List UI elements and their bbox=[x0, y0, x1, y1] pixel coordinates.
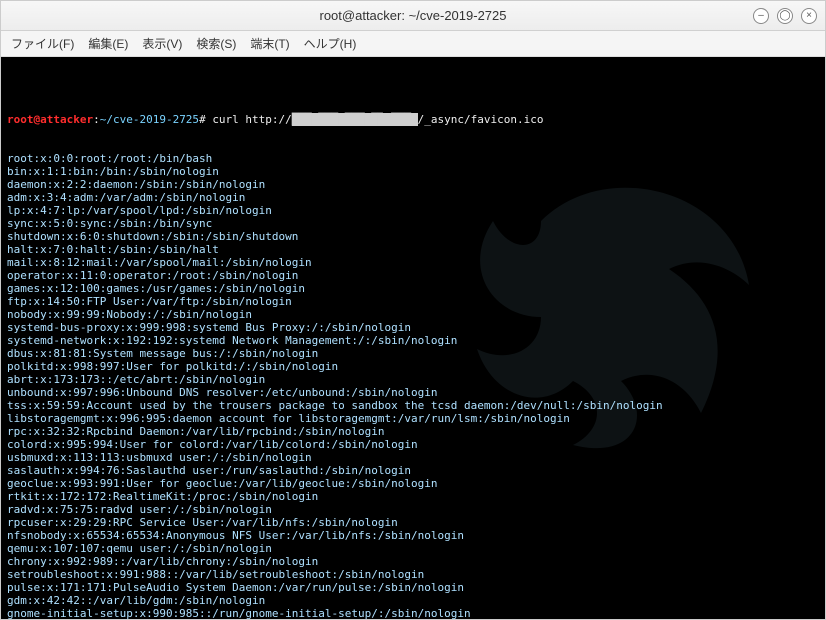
menu-help[interactable]: ヘルプ(H) bbox=[304, 35, 357, 52]
prompt-sep: : bbox=[93, 113, 100, 126]
menu-view[interactable]: 表示(V) bbox=[142, 35, 182, 52]
menu-file[interactable]: ファイル(F) bbox=[11, 35, 74, 52]
output-line: gnome-initial-setup:x:990:985::/run/gnom… bbox=[7, 607, 819, 619]
output-line: rtkit:x:172:172:RealtimeKit:/proc:/sbin/… bbox=[7, 490, 819, 503]
output-line: radvd:x:75:75:radvd user:/:/sbin/nologin bbox=[7, 503, 819, 516]
output-line: nobody:x:99:99:Nobody:/:/sbin/nologin bbox=[7, 308, 819, 321]
maximize-button[interactable]: ◯ bbox=[777, 8, 793, 24]
output-line: sync:x:5:0:sync:/sbin:/bin/sync bbox=[7, 217, 819, 230]
output-line: tss:x:59:59:Account used by the trousers… bbox=[7, 399, 819, 412]
prompt-path: ~/cve-2019-2725 bbox=[100, 113, 199, 126]
menu-terminal[interactable]: 端末(T) bbox=[250, 35, 289, 52]
output-line: abrt:x:173:173::/etc/abrt:/sbin/nologin bbox=[7, 373, 819, 386]
prompt-user: root@attacker bbox=[7, 113, 93, 126]
titlebar: root@attacker: ~/cve-2019-2725 – ◯ × bbox=[1, 1, 825, 31]
output-line: gdm:x:42:42::/var/lib/gdm:/sbin/nologin bbox=[7, 594, 819, 607]
output-line: root:x:0:0:root:/root:/bin/bash bbox=[7, 152, 819, 165]
output-line: adm:x:3:4:adm:/var/adm:/sbin/nologin bbox=[7, 191, 819, 204]
output-line: rpcuser:x:29:29:RPC Service User:/var/li… bbox=[7, 516, 819, 529]
output-line: unbound:x:997:996:Unbound DNS resolver:/… bbox=[7, 386, 819, 399]
titlebar-controls: – ◯ × bbox=[753, 8, 817, 24]
menu-edit[interactable]: 編集(E) bbox=[88, 35, 128, 52]
output-line: libstoragemgmt:x:996:995:daemon account … bbox=[7, 412, 819, 425]
output-line: usbmuxd:x:113:113:usbmuxd user:/:/sbin/n… bbox=[7, 451, 819, 464]
output-line: halt:x:7:0:halt:/sbin:/sbin/halt bbox=[7, 243, 819, 256]
command-prefix: curl http:// bbox=[212, 113, 291, 126]
output-line: colord:x:995:994:User for colord:/var/li… bbox=[7, 438, 819, 451]
output-line: nfsnobody:x:65534:65534:Anonymous NFS Us… bbox=[7, 529, 819, 542]
output-line: rpc:x:32:32:Rpcbind Daemon:/var/lib/rpcb… bbox=[7, 425, 819, 438]
terminal-window: root@attacker: ~/cve-2019-2725 – ◯ × ファイ… bbox=[0, 0, 826, 620]
output-line: saslauth:x:994:76:Saslauthd user:/run/sa… bbox=[7, 464, 819, 477]
output-line: polkitd:x:998:997:User for polkitd:/:/sb… bbox=[7, 360, 819, 373]
minimize-button[interactable]: – bbox=[753, 8, 769, 24]
close-button[interactable]: × bbox=[801, 8, 817, 24]
output-line: daemon:x:2:2:daemon:/sbin:/sbin/nologin bbox=[7, 178, 819, 191]
output-line: setroubleshoot:x:991:988::/var/lib/setro… bbox=[7, 568, 819, 581]
command-censored: ███ ███ ███.█▊ ███: bbox=[292, 113, 418, 126]
menubar: ファイル(F) 編集(E) 表示(V) 検索(S) 端末(T) ヘルプ(H) bbox=[1, 31, 825, 57]
output-line: dbus:x:81:81:System message bus:/:/sbin/… bbox=[7, 347, 819, 360]
output-line: pulse:x:171:171:PulseAudio System Daemon… bbox=[7, 581, 819, 594]
output-line: systemd-network:x:192:192:systemd Networ… bbox=[7, 334, 819, 347]
output-line: shutdown:x:6:0:shutdown:/sbin:/sbin/shut… bbox=[7, 230, 819, 243]
terminal-output: root:x:0:0:root:/root:/bin/bashbin:x:1:1… bbox=[7, 152, 819, 619]
prompt-line-1: root@attacker:~/cve-2019-2725# curl http… bbox=[7, 113, 819, 126]
output-line: geoclue:x:993:991:User for geoclue:/var/… bbox=[7, 477, 819, 490]
output-line: lp:x:4:7:lp:/var/spool/lpd:/sbin/nologin bbox=[7, 204, 819, 217]
output-line: operator:x:11:0:operator:/root:/sbin/nol… bbox=[7, 269, 819, 282]
output-line: qemu:x:107:107:qemu user:/:/sbin/nologin bbox=[7, 542, 819, 555]
output-line: mail:x:8:12:mail:/var/spool/mail:/sbin/n… bbox=[7, 256, 819, 269]
prompt-hash: # bbox=[199, 113, 206, 126]
output-line: chrony:x:992:989::/var/lib/chrony:/sbin/… bbox=[7, 555, 819, 568]
output-line: systemd-bus-proxy:x:999:998:systemd Bus … bbox=[7, 321, 819, 334]
output-line: games:x:12:100:games:/usr/games:/sbin/no… bbox=[7, 282, 819, 295]
terminal-body[interactable]: root@attacker:~/cve-2019-2725# curl http… bbox=[1, 57, 825, 619]
output-line: bin:x:1:1:bin:/bin:/sbin/nologin bbox=[7, 165, 819, 178]
output-line: ftp:x:14:50:FTP User:/var/ftp:/sbin/nolo… bbox=[7, 295, 819, 308]
command-suffix: /_async/favicon.ico bbox=[418, 113, 544, 126]
menu-search[interactable]: 検索(S) bbox=[196, 35, 236, 52]
window-title: root@attacker: ~/cve-2019-2725 bbox=[320, 8, 507, 23]
